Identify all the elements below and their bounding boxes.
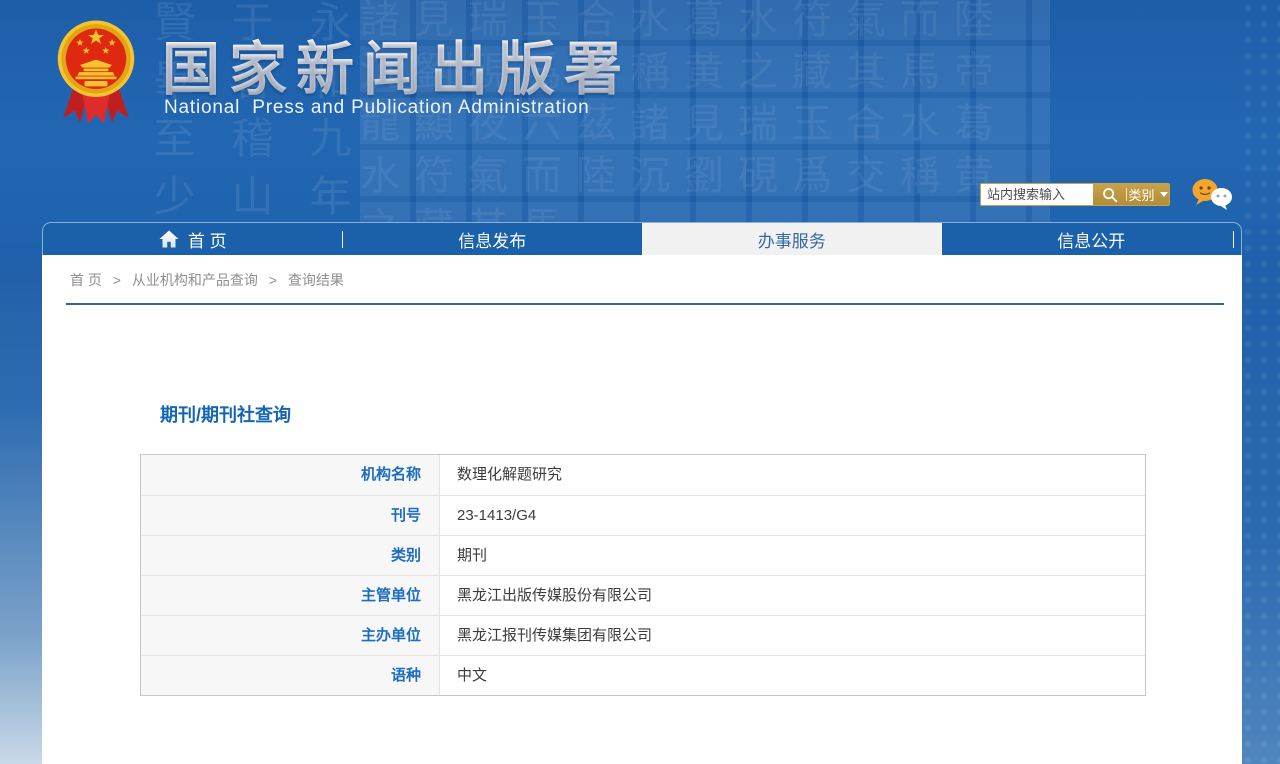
nav-tab-label: 信息公开 <box>1057 227 1125 252</box>
search-category-dropdown[interactable]: 类别 <box>1127 184 1169 205</box>
row-label: 机构名称 <box>141 455 440 495</box>
site-search-bar: 类别 <box>980 183 1170 206</box>
page-title: 期刊/期刊社查询 <box>160 401 291 427</box>
nav-tab-disclosure[interactable]: 信息公开 <box>942 223 1242 255</box>
left-margin-strip <box>0 255 42 764</box>
right-dots-texture <box>1240 0 1280 764</box>
table-row: 主管单位 黑龙江出版传媒股份有限公司 <box>141 575 1145 615</box>
search-input[interactable] <box>981 184 1093 205</box>
magnifier-icon <box>1102 187 1118 203</box>
site-title: 国家新闻出版署 <box>162 22 631 106</box>
table-row: 机构名称 数理化解题研究 <box>141 455 1145 495</box>
home-icon <box>159 230 179 248</box>
nav-tab-label: 首 页 <box>188 227 227 252</box>
page: 永和九年歲在癸丑暮春之初會于會稽山陰之蘭亭修禊事也群賢畢至少長咸集 諸見瑞玉合水… <box>0 0 1280 764</box>
row-value: 中文 <box>440 656 1145 695</box>
nav-tab-label: 办事服务 <box>758 227 826 252</box>
category-label: 类别 <box>1128 185 1154 204</box>
nav-tab-services[interactable]: 办事服务 <box>642 223 942 255</box>
row-value: 期刊 <box>440 536 1145 575</box>
national-emblem-logo <box>56 18 136 128</box>
main-navigation: 首 页 信息发布 办事服务 信息公开 <box>42 222 1242 255</box>
row-label: 语种 <box>141 656 440 695</box>
row-value: 黑龙江报刊传媒集团有限公司 <box>440 616 1145 655</box>
breadcrumb-result: 查询结果 <box>288 272 344 288</box>
nav-tab-home[interactable]: 首 页 <box>43 223 343 255</box>
breadcrumb-separator: > <box>269 272 277 288</box>
nav-tab-label: 信息发布 <box>458 227 526 252</box>
table-row: 主办单位 黑龙江报刊传媒集团有限公司 <box>141 615 1145 655</box>
nav-tab-news[interactable]: 信息发布 <box>343 223 643 255</box>
breadcrumb-rule <box>66 303 1224 305</box>
journal-info-table: 机构名称 数理化解题研究 刊号 23-1413/G4 类别 期刊 主管单位 黑龙… <box>140 454 1146 696</box>
breadcrumb: 首 页 > 从业机构和产品查询 > 查询结果 <box>42 255 1242 303</box>
table-row: 类别 期刊 <box>141 535 1145 575</box>
wechat-icon[interactable] <box>1191 177 1235 215</box>
site-subtitle-en: National Press and Publication Administr… <box>164 97 589 119</box>
row-value: 23-1413/G4 <box>440 496 1145 535</box>
breadcrumb-query[interactable]: 从业机构和产品查询 <box>132 272 258 288</box>
content-area: 首 页 > 从业机构和产品查询 > 查询结果 期刊/期刊社查询 机构名称 数理化… <box>42 255 1242 764</box>
row-label: 主办单位 <box>141 616 440 655</box>
nav-divider <box>1233 231 1234 248</box>
breadcrumb-separator: > <box>113 272 121 288</box>
row-label: 主管单位 <box>141 576 440 615</box>
table-row: 刊号 23-1413/G4 <box>141 495 1145 535</box>
row-value: 黑龙江出版传媒股份有限公司 <box>440 576 1145 615</box>
row-label: 类别 <box>141 536 440 575</box>
row-label: 刊号 <box>141 496 440 535</box>
search-button[interactable] <box>1093 184 1126 205</box>
chevron-down-icon <box>1160 192 1168 197</box>
row-value: 数理化解题研究 <box>440 455 1145 495</box>
table-row: 语种 中文 <box>141 655 1145 695</box>
breadcrumb-home[interactable]: 首 页 <box>70 272 102 288</box>
